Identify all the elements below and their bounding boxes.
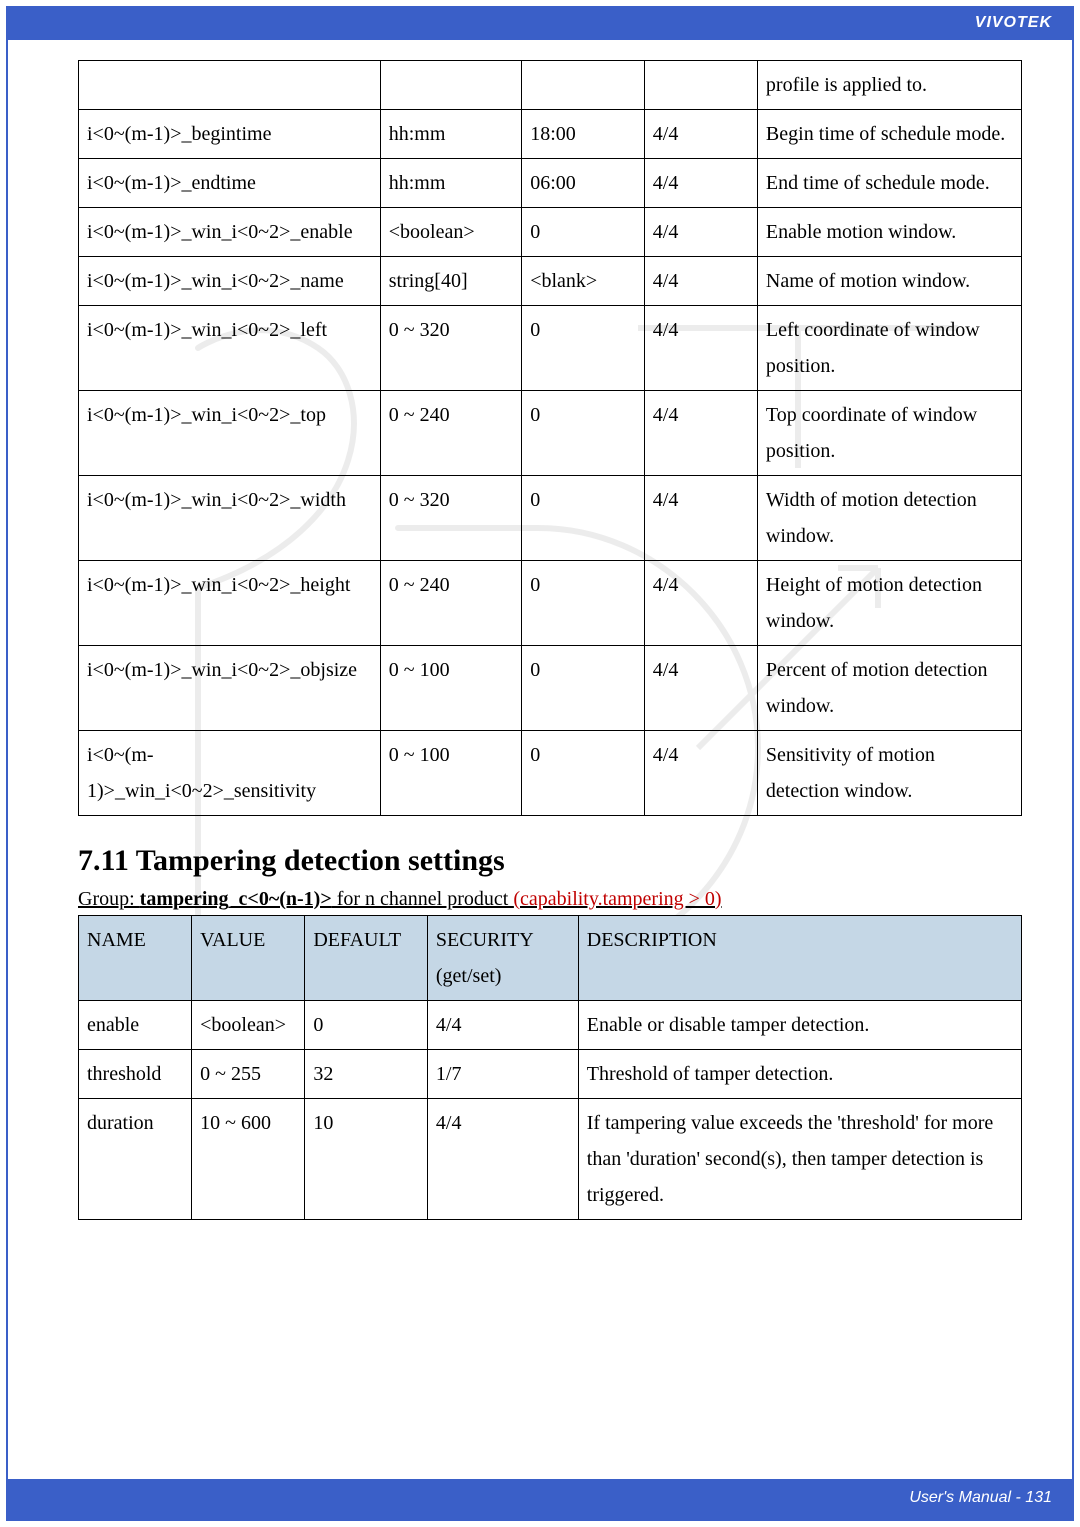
cell-desc: Begin time of schedule mode. [757,110,1021,159]
th-default: DEFAULT [305,916,428,1001]
cell-default: 18:00 [522,110,645,159]
table-row: i<0~(m-1)>_endtime hh:mm 06:00 4/4 End t… [79,159,1022,208]
footer-text: User's Manual - 131 [909,1489,1052,1506]
brand-text: VIVOTEK [975,14,1052,31]
cell-value: hh:mm [380,110,521,159]
table-row: enable <boolean> 0 4/4 Enable or disable… [79,1001,1022,1050]
cell-desc: profile is applied to. [757,61,1021,110]
table-row: threshold 0 ~ 255 32 1/7 Threshold of ta… [79,1050,1022,1099]
table-row: i<0~(m-1)>_win_i<0~2>_top 0 ~ 240 0 4/4 … [79,391,1022,476]
group-mid: for n channel product [332,888,514,910]
table-row: duration 10 ~ 600 10 4/4 If tampering va… [79,1099,1022,1220]
parameter-table: profile is applied to. i<0~(m-1)>_begint… [78,60,1022,816]
group-line: Group: tampering_c<0~(n-1)> for n channe… [78,888,1022,911]
table-row: i<0~(m-1)>_win_i<0~2>_height 0 ~ 240 0 4… [79,561,1022,646]
table-row: i<0~(m-1)>_win_i<0~2>_sensitivity 0 ~ 10… [79,731,1022,816]
tampering-table: NAME VALUE DEFAULT SECURITY (get/set) DE… [78,915,1022,1220]
page-frame: VIVOTEK profile is applied to. i<0~(m-1)… [6,6,1074,1521]
table-row: i<0~(m-1)>_win_i<0~2>_objsize 0 ~ 100 0 … [79,646,1022,731]
group-name: tampering_c<0~(n-1)> [140,888,332,910]
th-name: NAME [79,916,192,1001]
footer-bar: User's Manual - 131 [8,1479,1072,1519]
table-row: i<0~(m-1)>_win_i<0~2>_name string[40] <b… [79,257,1022,306]
th-value: VALUE [192,916,305,1001]
table-row: i<0~(m-1)>_begintime hh:mm 18:00 4/4 Beg… [79,110,1022,159]
cell-name: i<0~(m-1)>_begintime [79,110,381,159]
th-description: DESCRIPTION [578,916,1021,1001]
group-prefix: Group: [78,888,140,910]
cell-security: 4/4 [644,110,757,159]
table-row: i<0~(m-1)>_win_i<0~2>_width 0 ~ 320 0 4/… [79,476,1022,561]
brand-bar: VIVOTEK [8,8,1072,40]
group-condition: (capability.tampering > 0) [513,888,721,910]
table-header-row: NAME VALUE DEFAULT SECURITY (get/set) DE… [79,916,1022,1001]
section-heading: 7.11 Tampering detection settings [78,844,1022,878]
page-content: profile is applied to. i<0~(m-1)>_begint… [8,40,1072,1479]
table-row: i<0~(m-1)>_win_i<0~2>_left 0 ~ 320 0 4/4… [79,306,1022,391]
th-security: SECURITY (get/set) [427,916,578,1001]
table-row: profile is applied to. [79,61,1022,110]
table-row: i<0~(m-1)>_win_i<0~2>_enable <boolean> 0… [79,208,1022,257]
